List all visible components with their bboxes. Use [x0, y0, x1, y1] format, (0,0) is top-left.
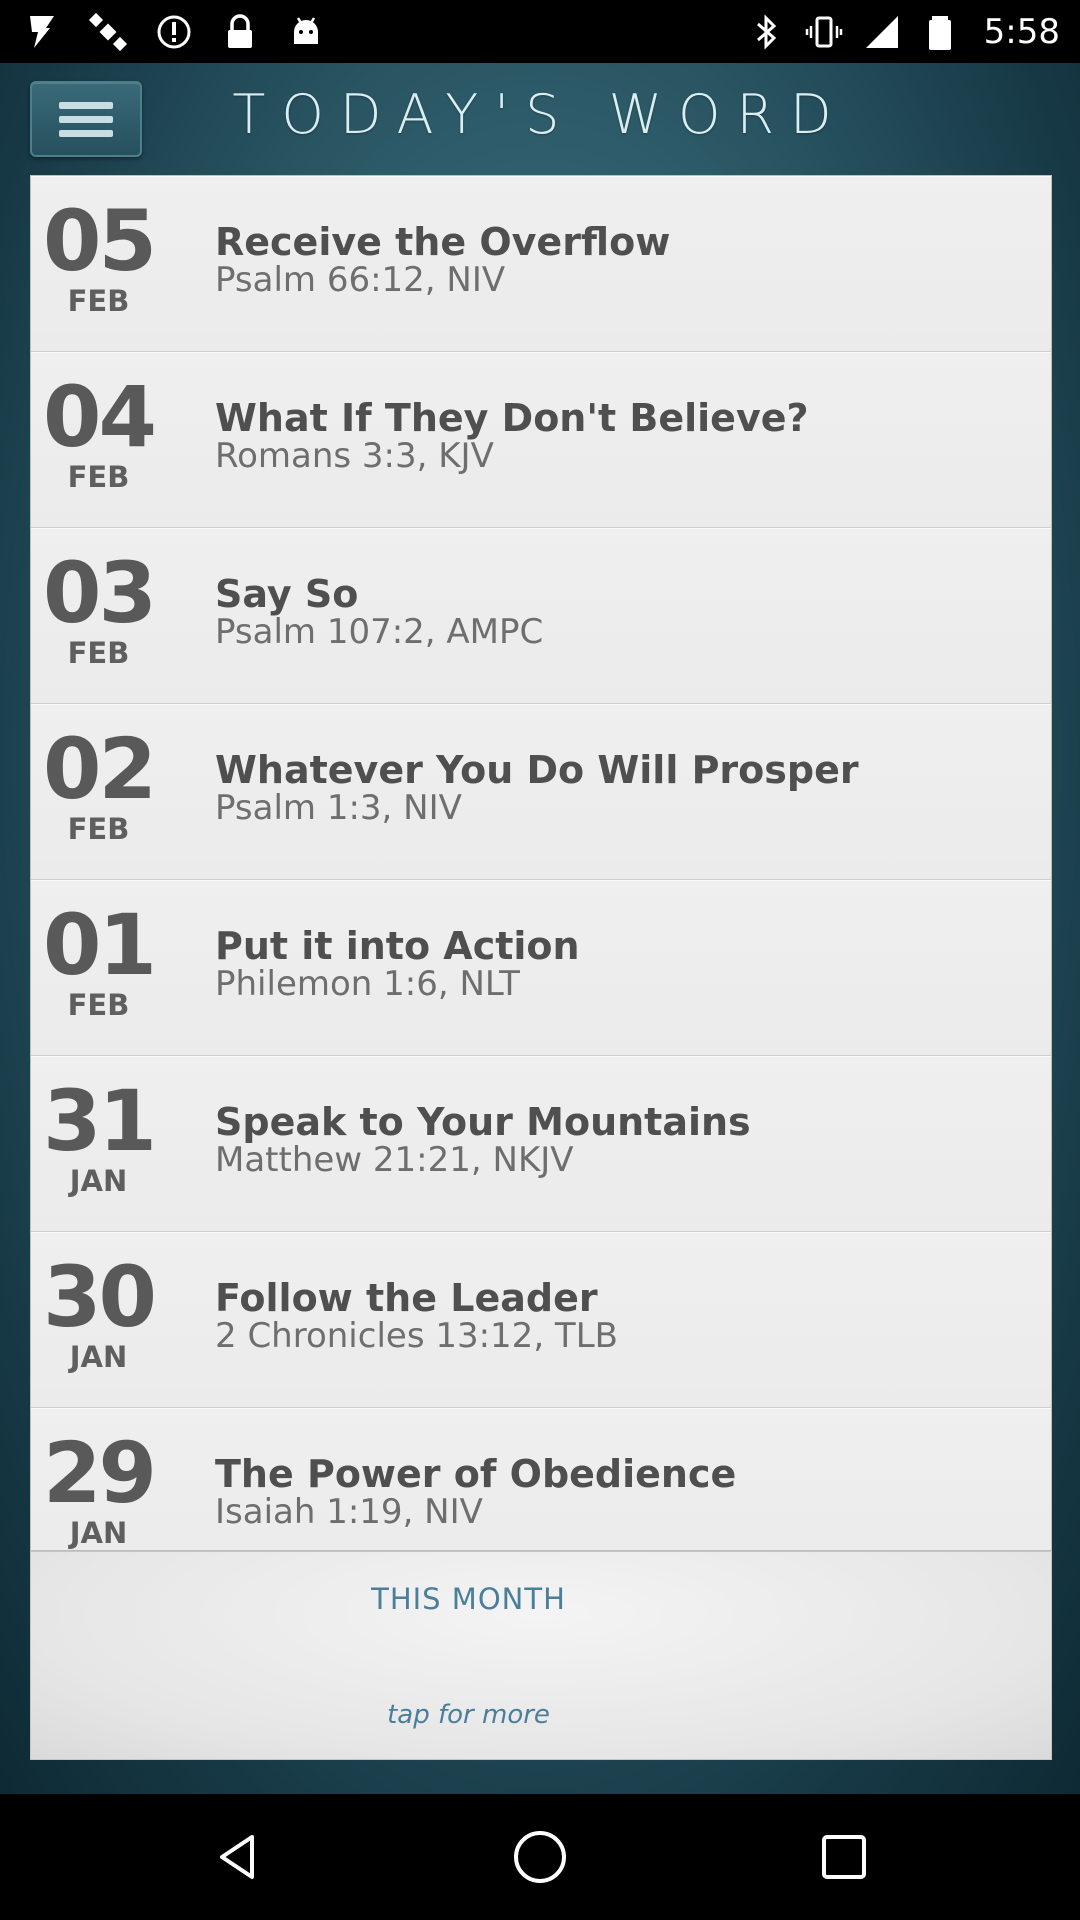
battery-icon [920, 12, 960, 52]
android-icon [286, 12, 326, 52]
entry-day: 31 [43, 1072, 157, 1170]
back-icon [220, 1835, 254, 1879]
this-month-panel[interactable]: THIS MONTH tap for more [30, 1551, 1052, 1760]
entry-reference: Psalm 66:12, NIV [215, 260, 506, 300]
menu-icon [59, 95, 113, 144]
list-item[interactable]: 30 JAN Follow the Leader 2 Chronicles 13… [31, 1232, 1051, 1408]
page-title: TODAY'S WORD [232, 83, 848, 146]
entry-day: 05 [43, 192, 157, 290]
entry-title: Receive the Overflow [215, 220, 671, 264]
entry-month: JAN [69, 1516, 128, 1550]
this-month-label: THIS MONTH [371, 1582, 566, 1616]
entry-title: Say So [215, 572, 359, 616]
entry-day: 30 [43, 1248, 157, 1346]
list-item[interactable]: 02 FEB Whatever You Do Will Prosper Psal… [31, 704, 1051, 880]
entry-month: JAN [69, 1164, 128, 1198]
list-item[interactable]: 29 JAN The Power of Obedience Isaiah 1:1… [31, 1408, 1051, 1550]
entry-title: Put it into Action [215, 924, 580, 968]
entry-reference: Matthew 21:21, NKJV [215, 1140, 574, 1180]
entry-title: Speak to Your Mountains [215, 1100, 751, 1144]
entry-month: JAN [69, 1340, 128, 1374]
satellite-icon [88, 12, 128, 52]
recents-button[interactable] [814, 1827, 874, 1887]
entry-reference: Psalm 107:2, AMPC [215, 612, 544, 652]
list-item[interactable]: 03 FEB Say So Psalm 107:2, AMPC [31, 528, 1051, 704]
entry-month: FEB [67, 284, 130, 318]
entry-reference: 2 Chronicles 13:12, TLB [215, 1316, 618, 1356]
bluetooth-icon [746, 12, 786, 52]
list-item[interactable]: 04 FEB What If They Don't Believe? Roman… [31, 352, 1051, 528]
entry-month: FEB [67, 636, 130, 670]
vibrate-icon [804, 12, 844, 52]
entries-list[interactable]: 05 FEB Receive the Overflow Psalm 66:12,… [30, 175, 1052, 1551]
tap-for-more-link[interactable]: tap for more [31, 1700, 906, 1730]
entry-reference: Isaiah 1:19, NIV [215, 1492, 483, 1532]
fake-gps-icon [22, 12, 62, 52]
back-button[interactable] [208, 1827, 268, 1887]
entry-month: FEB [67, 812, 130, 846]
app-header: TODAY'S WORD [0, 63, 1080, 175]
entry-month: FEB [67, 988, 130, 1022]
alert-circle-icon [154, 12, 194, 52]
entry-month: FEB [67, 460, 130, 494]
entry-title: What If They Don't Believe? [215, 396, 809, 440]
list-item[interactable]: 05 FEB Receive the Overflow Psalm 66:12,… [31, 176, 1051, 352]
status-time: 5:58 [983, 12, 1060, 52]
signal-icon [862, 12, 902, 52]
lock-icon [220, 12, 260, 52]
menu-button[interactable] [30, 81, 142, 157]
navigation-bar [0, 1794, 1080, 1920]
entry-day: 04 [43, 368, 157, 466]
entry-reference: Philemon 1:6, NLT [215, 964, 520, 1004]
entry-day: 02 [43, 720, 157, 818]
status-icons-right: 5:58 [746, 10, 1060, 54]
home-button[interactable] [510, 1827, 570, 1887]
entry-reference: Romans 3:3, KJV [215, 436, 494, 476]
entry-day: 03 [43, 544, 157, 642]
entry-day: 01 [43, 896, 157, 994]
home-icon [514, 1831, 566, 1883]
recents-icon [822, 1835, 866, 1879]
entry-reference: Psalm 1:3, NIV [215, 788, 462, 828]
entry-title: Whatever You Do Will Prosper [215, 748, 859, 792]
list-item[interactable]: 01 FEB Put it into Action Philemon 1:6, … [31, 880, 1051, 1056]
entry-title: The Power of Obedience [215, 1452, 737, 1496]
entry-title: Follow the Leader [215, 1276, 598, 1320]
app-screen: TODAY'S WORD 05 FEB Receive the Overflow… [0, 63, 1080, 1794]
status-icons-left [22, 10, 326, 54]
entry-day: 29 [43, 1424, 157, 1522]
list-item[interactable]: 31 JAN Speak to Your Mountains Matthew 2… [31, 1056, 1051, 1232]
status-bar: 5:58 [0, 0, 1080, 63]
